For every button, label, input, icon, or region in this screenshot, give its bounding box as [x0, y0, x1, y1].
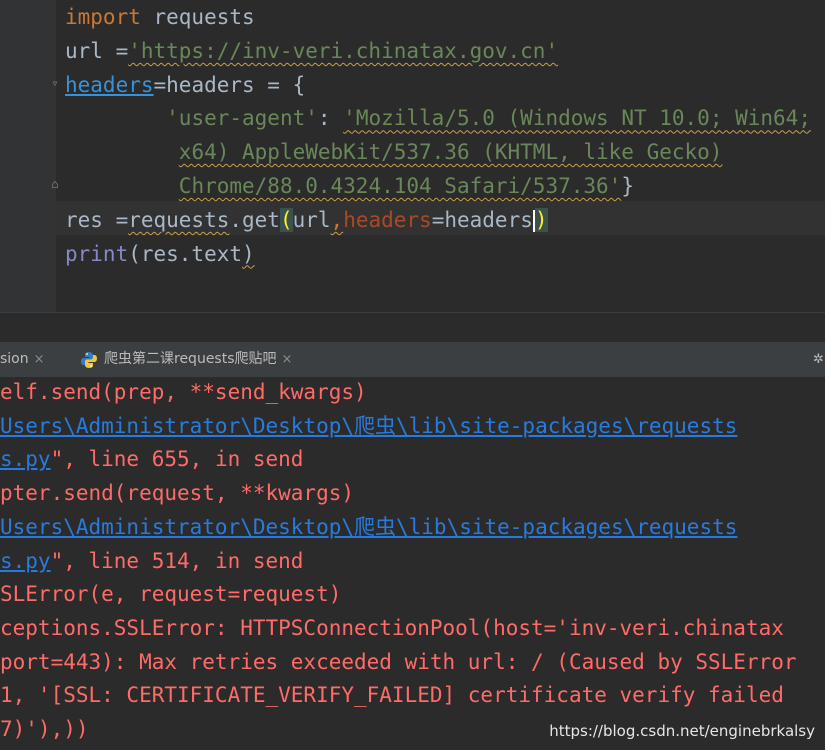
code-token: =headers = {	[153, 72, 306, 97]
file-path-link[interactable]: s.py	[0, 549, 51, 573]
code-token: headers	[65, 72, 154, 97]
code-token: res =	[65, 207, 129, 232]
code-token: 'Mozilla/5.0 (Windows NT 10.0; Win64;	[343, 106, 811, 131]
run-tab-bar: sion × 爬虫第二课requests爬贴吧 × ✲	[0, 342, 825, 378]
code-token: )	[242, 241, 255, 266]
file-path-link[interactable]: Users\Administrator\Desktop\爬虫\lib\site-…	[0, 414, 737, 438]
gear-icon[interactable]: ✲	[813, 342, 825, 377]
code-line[interactable]: res =requests.get(url,headers=headers)	[65, 203, 548, 237]
console-line: s.py", line 514, in send	[0, 544, 303, 578]
console-line: pter.send(request, **kwargs)	[0, 476, 354, 510]
console-text: elf.send(prep, **send_kwargs)	[0, 380, 367, 404]
close-icon[interactable]: ×	[34, 342, 45, 377]
code-token: url =	[65, 38, 129, 63]
console-text: 1, '[SSL: CERTIFICATE_VERIFY_FAILED] cer…	[0, 683, 784, 708]
code-token: }	[621, 174, 634, 198]
console-line: SLError(e, request=request)	[0, 577, 341, 611]
file-path-link[interactable]: Users\Administrator\Desktop\爬虫\lib\site-…	[0, 515, 737, 539]
tab-session[interactable]: sion ×	[0, 342, 45, 377]
close-icon[interactable]: ×	[282, 342, 293, 377]
console-line: port=443): Max retries exceeded with url…	[0, 645, 797, 679]
python-icon	[81, 351, 97, 368]
console-text: 7)'),))	[0, 717, 89, 741]
fold-end-icon[interactable]: ⌂	[48, 177, 62, 191]
code-token: )	[534, 207, 548, 232]
console-text: port=443): Max retries exceeded with url…	[0, 649, 797, 674]
console-line: elf.send(prep, **send_kwargs)	[0, 377, 367, 409]
code-line[interactable]: url ='https://inv-veri.chinatax.gov.cn'	[65, 34, 558, 68]
console-line: 7)'),))	[0, 712, 89, 746]
code-token: import	[65, 5, 141, 29]
code-line[interactable]: print(res.text)	[65, 237, 255, 271]
code-line[interactable]: Chrome/88.0.4324.104 Safari/537.36'}	[65, 169, 634, 203]
console-text: pter.send(request, **kwargs)	[0, 481, 355, 506]
code-token: headers	[343, 207, 432, 232]
code-line[interactable]: 'user-agent': 'Mozilla/5.0 (Windows NT 1…	[65, 101, 811, 135]
code-token: requests	[128, 207, 230, 232]
code-line[interactable]: import requests	[65, 0, 255, 34]
panel-separator[interactable]	[0, 312, 825, 343]
code-token: .get	[229, 207, 280, 232]
tab-label: 爬虫第二课requests爬贴吧	[104, 351, 277, 367]
code-token: ,	[330, 207, 344, 232]
console-line: 1, '[SSL: CERTIFICATE_VERIFY_FAILED] cer…	[0, 678, 784, 712]
console-line: ceptions.SSLError: HTTPSConnectionPool(h…	[0, 611, 784, 645]
code-token: (	[279, 207, 293, 232]
editor-gutter	[0, 0, 56, 312]
file-path-link[interactable]: s.py	[0, 447, 51, 471]
code-line[interactable]: x64) AppleWebKit/537.36 (KHTML, like Gec…	[65, 135, 723, 169]
console-line: Users\Administrator\Desktop\爬虫\lib\site-…	[0, 409, 737, 443]
code-token: :	[317, 106, 344, 131]
run-console-output[interactable]: elf.send(prep, **send_kwargs) Users\Admin…	[0, 377, 825, 750]
code-token: requests	[140, 5, 255, 29]
code-line[interactable]: headers=headers = {	[65, 68, 305, 102]
tab-label: sion	[0, 351, 29, 367]
console-text: SLError(e, request=request)	[0, 582, 342, 607]
console-text: ", line 655, in send	[50, 447, 304, 472]
console-text: ", line 514, in send	[50, 548, 304, 573]
code-token: Chrome/88.0.4324.104 Safari/537.36'	[178, 174, 622, 198]
console-line: Users\Administrator\Desktop\爬虫\lib\site-…	[0, 510, 737, 544]
code-editor[interactable]: ▿ ⌂ import requests url ='https://inv-ver…	[0, 0, 825, 312]
fold-icon[interactable]: ▿	[48, 76, 62, 90]
tab-requests-script[interactable]: 爬虫第二课requests爬贴吧 ×	[80, 342, 292, 377]
code-token: 'user-agent'	[166, 106, 318, 131]
console-line: s.py", line 655, in send	[0, 442, 303, 476]
watermark: https://blog.csdn.net/enginebrkalsy	[549, 722, 815, 740]
code-token: 'https://inv-veri.chinatax.gov.cn'	[128, 38, 559, 63]
code-token: url	[292, 207, 331, 232]
code-token: x64) AppleWebKit/537.36 (KHTML, like Gec…	[178, 140, 723, 165]
console-text: ceptions.SSLError: HTTPSConnectionPool(h…	[0, 615, 784, 640]
code-token: (res.text	[128, 241, 243, 266]
code-token: print	[65, 241, 129, 266]
code-token: =headers	[431, 207, 533, 232]
